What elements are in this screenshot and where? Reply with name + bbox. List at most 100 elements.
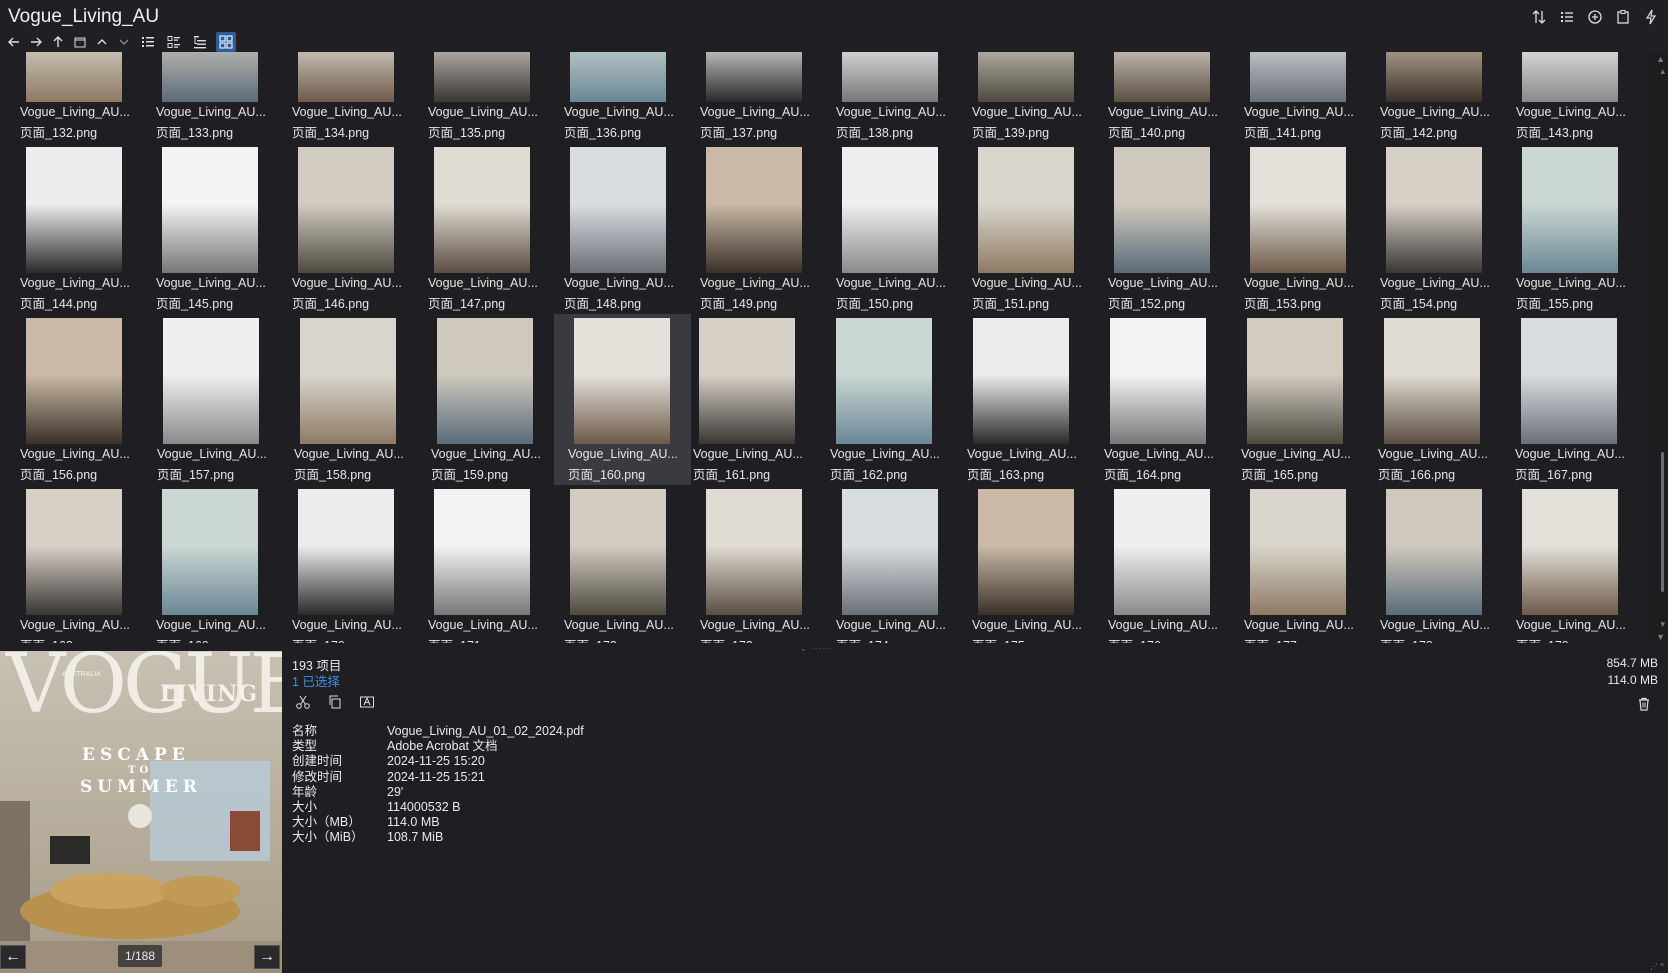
file-tile[interactable]: Vogue_Living_AU...页面_169.png [154, 485, 290, 644]
file-name: Vogue_Living_AU... [156, 105, 266, 119]
file-tile[interactable]: Vogue_Living_AU...页面_178.png [1378, 485, 1514, 644]
file-tile[interactable]: Vogue_Living_AU...页面_173.png [698, 485, 834, 644]
file-tile[interactable]: Vogue_Living_AU... 页面_163.png [965, 314, 1102, 485]
file-tile[interactable]: Vogue_Living_AU...页面_175.png [970, 485, 1106, 644]
forward-icon[interactable] [28, 34, 44, 50]
scroll-down-fast-icon[interactable]: ▾ [1660, 619, 1665, 630]
sort-icon[interactable] [1530, 8, 1548, 26]
file-page-name: 页面_140.png [1108, 126, 1186, 140]
scroll-up-icon[interactable]: ▲ [1656, 54, 1665, 64]
chevron-up-icon[interactable] [94, 34, 110, 50]
file-tile[interactable]: Vogue_Living_AU... 页面_152.png [1106, 143, 1242, 314]
list-options-icon[interactable] [1558, 8, 1576, 26]
list-view-icon[interactable] [164, 32, 184, 52]
back-icon[interactable] [6, 34, 22, 50]
file-tile[interactable]: Vogue_Living_AU... 页面_150.png [834, 143, 970, 314]
clipboard-icon[interactable] [1614, 8, 1632, 26]
file-tile[interactable]: Vogue_Living_AU...页面_172.png [562, 485, 698, 644]
file-tile[interactable]: Vogue_Living_AU... 页面_147.png [426, 143, 562, 314]
file-tile[interactable]: Vogue_Living_AU... 页面_165.png [1239, 314, 1376, 485]
window-icon[interactable] [72, 34, 88, 50]
file-tile[interactable]: Vogue_Living_AU... 页面_146.png [290, 143, 426, 314]
lightning-icon[interactable] [1642, 8, 1660, 26]
file-thumbnail [434, 489, 530, 615]
file-thumbnail [434, 147, 530, 273]
file-tile[interactable]: Vogue_Living_AU... 页面_162.png [828, 314, 965, 485]
file-tile[interactable]: Vogue_Living_AU... 页面_151.png [970, 143, 1106, 314]
file-tile[interactable]: Vogue_Living_AU...页面_174.png [834, 485, 970, 644]
previous-page-button[interactable]: ← [0, 945, 26, 969]
file-page-name: 页面_158.png [294, 468, 372, 482]
file-tile[interactable]: Vogue_Living_AU...页面_176.png [1106, 485, 1242, 644]
file-name: Vogue_Living_AU... [20, 447, 130, 461]
file-tile[interactable]: Vogue_Living_AU... 页面_137.png [698, 52, 834, 143]
up-icon[interactable] [50, 34, 66, 50]
file-tile[interactable]: Vogue_Living_AU...页面_168.png [18, 485, 154, 644]
scroll-up-fast-icon[interactable]: ▴ [1660, 66, 1665, 77]
file-tile[interactable]: Vogue_Living_AU... 页面_138.png [834, 52, 970, 143]
file-tile[interactable]: Vogue_Living_AU... 页面_136.png [562, 52, 698, 143]
chevron-down-icon[interactable] [116, 34, 132, 50]
file-thumbnail [1110, 318, 1206, 444]
file-name: Vogue_Living_AU... [292, 105, 402, 119]
tree-view-icon[interactable] [190, 32, 210, 52]
file-tile[interactable]: Vogue_Living_AU... 页面_145.png [154, 143, 290, 314]
resize-grip-icon[interactable]: ⋰ ^ [1650, 962, 1664, 971]
file-tile[interactable]: Vogue_Living_AU... 页面_132.png [18, 52, 154, 143]
property-key: 大小（MB） [292, 815, 361, 830]
file-tile[interactable]: Vogue_Living_AU... 页面_158.png [292, 314, 429, 485]
next-page-button[interactable]: → [254, 945, 280, 969]
grid-view-icon[interactable] [216, 32, 236, 52]
details-view-icon[interactable] [138, 32, 158, 52]
file-tile[interactable]: Vogue_Living_AU...页面_170.png [290, 485, 426, 644]
file-tile[interactable]: Vogue_Living_AU... 页面_139.png [970, 52, 1106, 143]
file-tile[interactable]: Vogue_Living_AU... 页面_144.png [18, 143, 154, 314]
file-name: Vogue_Living_AU... [564, 105, 674, 119]
file-tile[interactable]: Vogue_Living_AU... 页面_142.png [1378, 52, 1514, 143]
file-tile[interactable]: Vogue_Living_AU... 页面_160.png [554, 314, 691, 485]
file-tile[interactable]: Vogue_Living_AU... 页面_159.png [429, 314, 566, 485]
selected-count[interactable]: 1 已选择 [292, 671, 340, 690]
scrollbar-thumb[interactable] [1661, 452, 1664, 592]
property-row: 类型 Adobe Acrobat 文档 [292, 739, 584, 754]
file-tile[interactable]: Vogue_Living_AU... 页面_135.png [426, 52, 562, 143]
file-thumbnail [699, 318, 795, 444]
file-tile[interactable]: Vogue_Living_AU... 页面_156.png [18, 314, 155, 485]
file-tile[interactable]: Vogue_Living_AU... 页面_148.png [562, 143, 698, 314]
file-tile[interactable]: Vogue_Living_AU... 页面_149.png [698, 143, 834, 314]
trash-icon[interactable] [1636, 696, 1654, 714]
file-page-name: 页面_135.png [428, 126, 506, 140]
file-name: Vogue_Living_AU... [1108, 105, 1218, 119]
file-tile[interactable]: Vogue_Living_AU... 页面_167.png [1513, 314, 1650, 485]
scroll-down-icon[interactable]: ▼ [1656, 632, 1665, 642]
file-tile[interactable]: Vogue_Living_AU...页面_179.png [1514, 485, 1650, 644]
file-page-name: 页面_161.png [693, 468, 771, 482]
panel-splitter[interactable]: ⌄ ······ [0, 643, 1668, 653]
file-name: Vogue_Living_AU... [294, 447, 404, 461]
file-name: Vogue_Living_AU... [568, 447, 678, 461]
vertical-scrollbar[interactable]: ▲ ▴ ▾ ▼ [1650, 52, 1668, 644]
file-tile[interactable]: Vogue_Living_AU... 页面_141.png [1242, 52, 1378, 143]
file-tile[interactable]: Vogue_Living_AU... 页面_134.png [290, 52, 426, 143]
file-tile[interactable]: Vogue_Living_AU... 页面_154.png [1378, 143, 1514, 314]
add-icon[interactable] [1586, 8, 1604, 26]
file-tile[interactable]: Vogue_Living_AU...页面_177.png [1242, 485, 1378, 644]
property-key: 修改时间 [292, 769, 343, 784]
file-tile[interactable]: Vogue_Living_AU...页面_171.png [426, 485, 562, 644]
rename-icon[interactable] [358, 693, 376, 711]
file-tile[interactable]: Vogue_Living_AU... 页面_143.png [1514, 52, 1650, 143]
file-tile[interactable]: Vogue_Living_AU... 页面_166.png [1376, 314, 1513, 485]
copy-icon[interactable] [326, 693, 344, 711]
file-thumbnail [163, 318, 259, 444]
file-tile[interactable]: Vogue_Living_AU... 页面_164.png [1102, 314, 1239, 485]
file-tile[interactable]: Vogue_Living_AU... 页面_161.png [691, 314, 828, 485]
file-tile[interactable]: Vogue_Living_AU... 页面_157.png [155, 314, 292, 485]
file-tile[interactable]: Vogue_Living_AU... 页面_140.png [1106, 52, 1242, 143]
file-page-name: 页面_154.png [1380, 297, 1458, 311]
file-page-name: 页面_144.png [20, 297, 98, 311]
file-tile[interactable]: Vogue_Living_AU... 页面_155.png [1514, 143, 1650, 314]
file-tile[interactable]: Vogue_Living_AU... 页面_153.png [1242, 143, 1378, 314]
file-tile[interactable]: Vogue_Living_AU... 页面_133.png [154, 52, 290, 143]
file-name: Vogue_Living_AU... [428, 618, 538, 632]
cut-icon[interactable] [294, 693, 312, 711]
